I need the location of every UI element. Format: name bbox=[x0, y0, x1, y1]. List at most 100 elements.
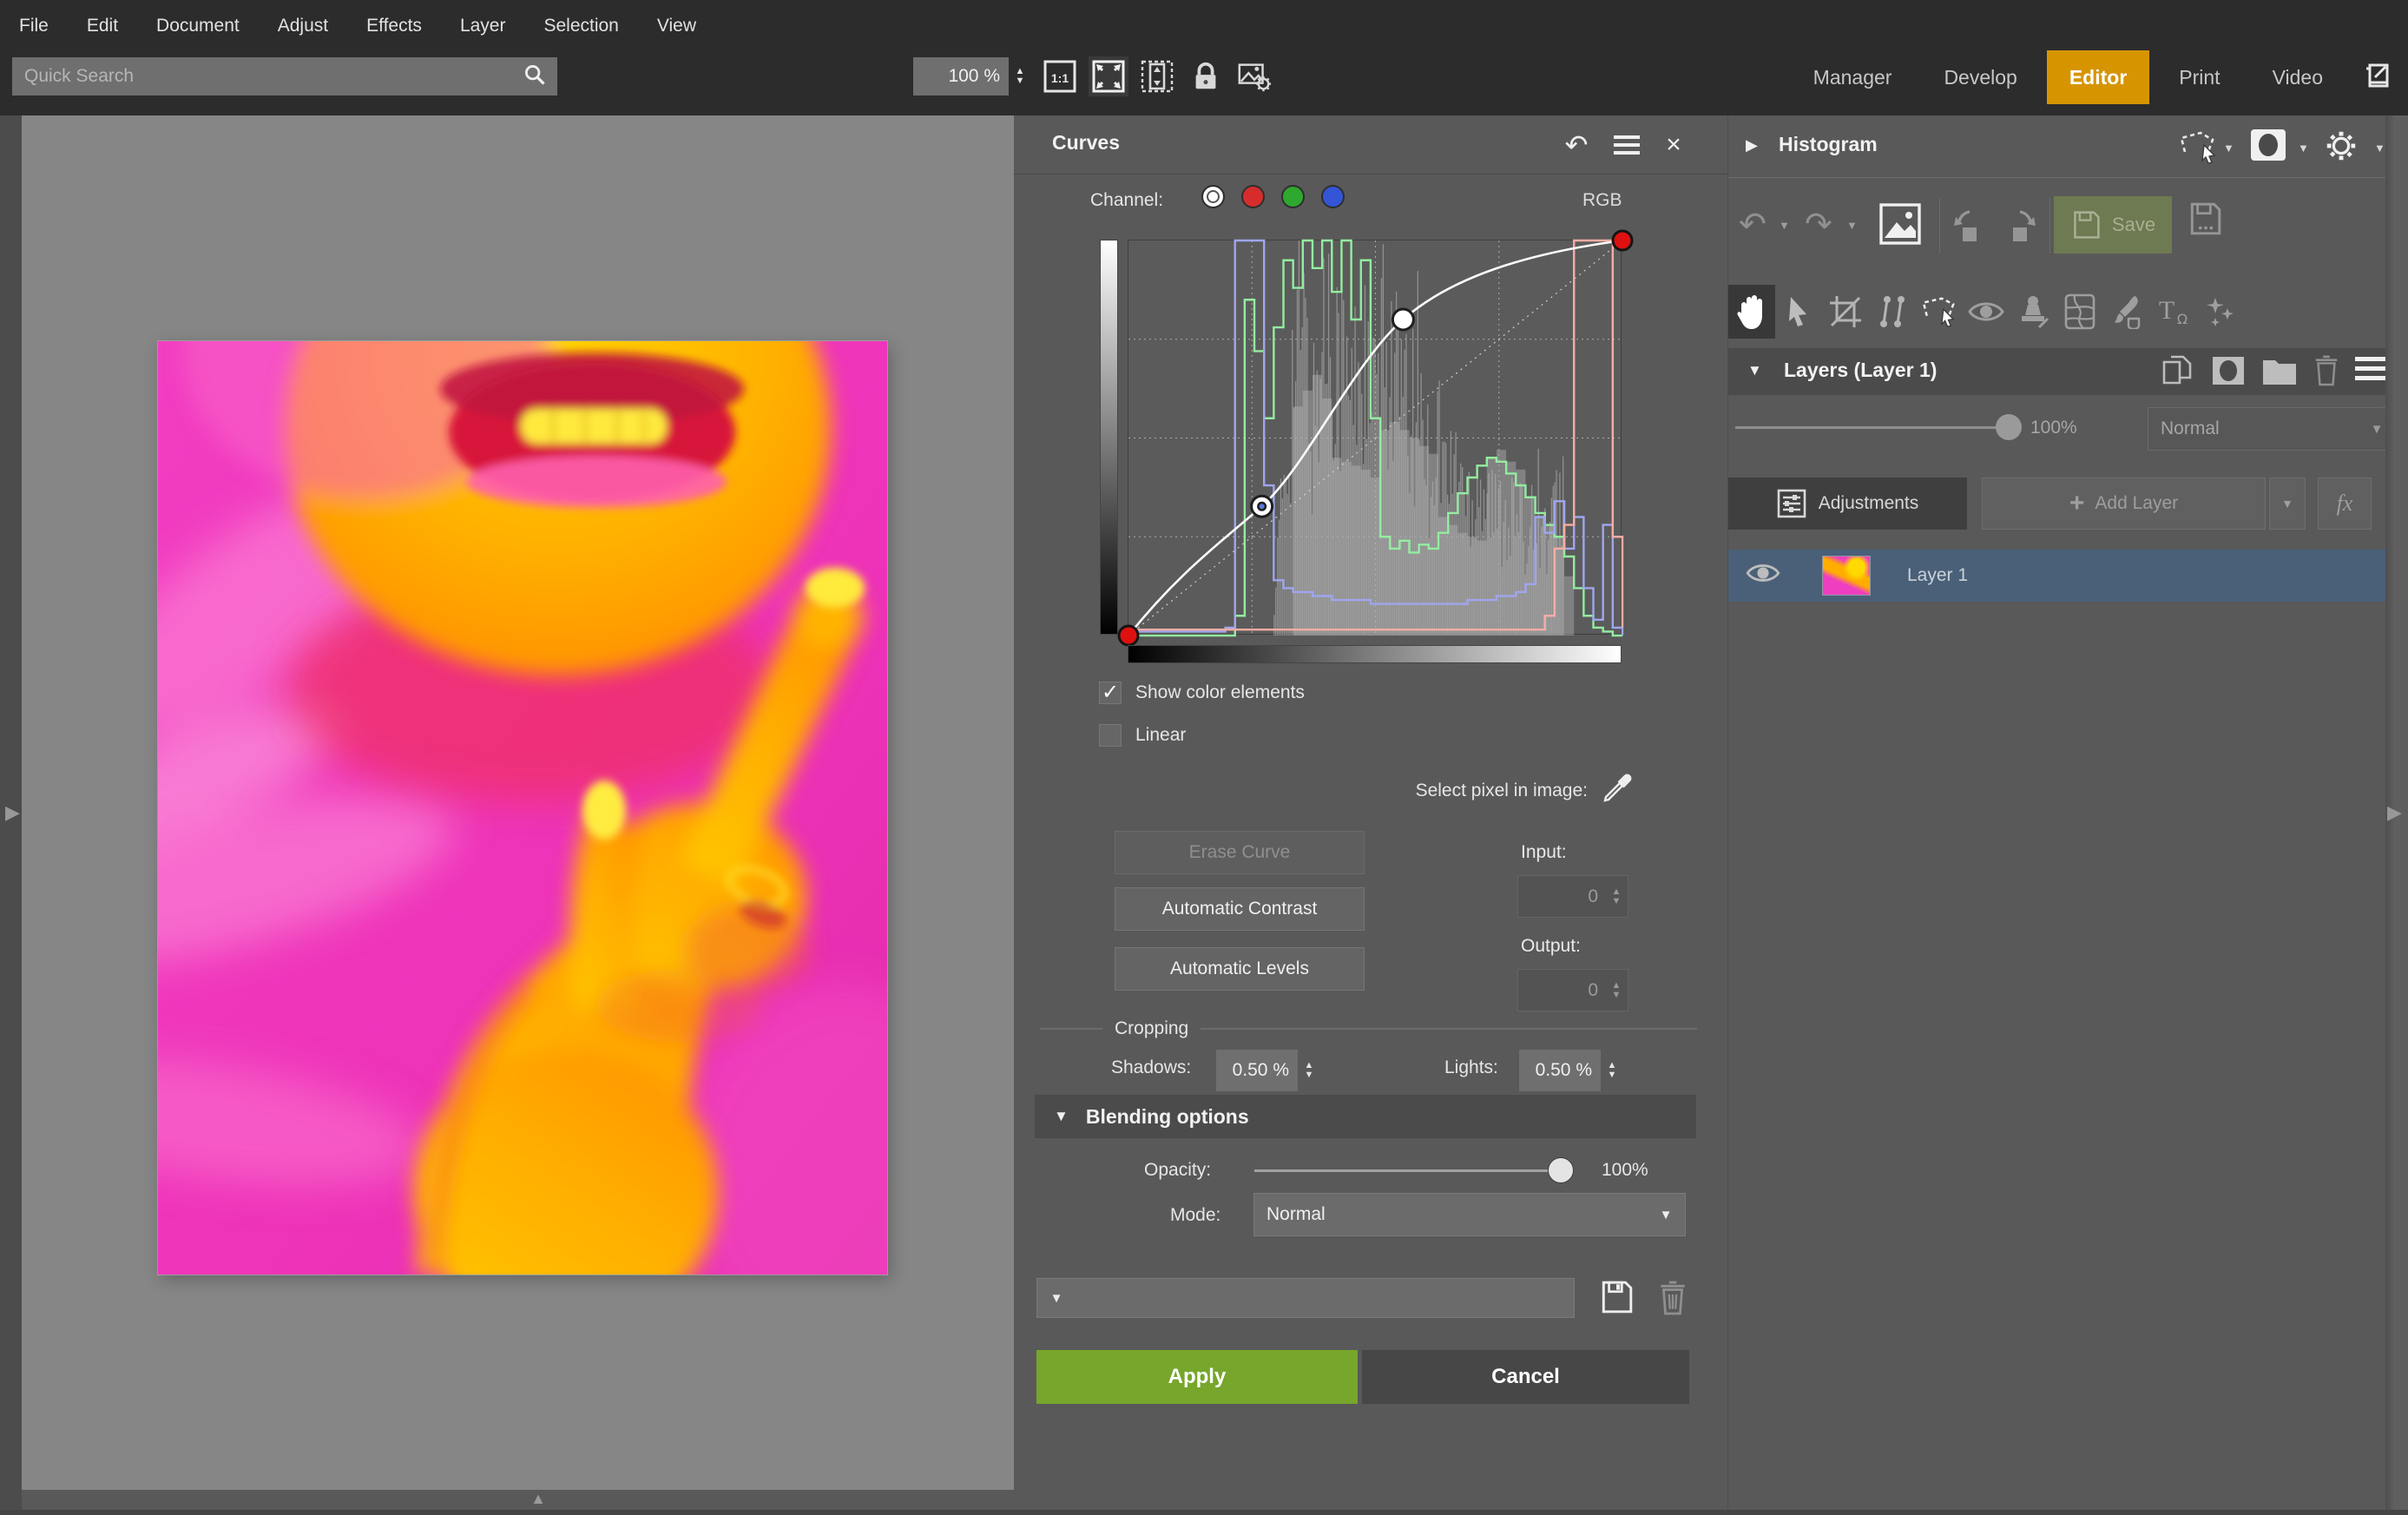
mask-dropdown-icon[interactable]: ▼ bbox=[2298, 142, 2309, 155]
delete-preset-icon[interactable] bbox=[1656, 1278, 1689, 1321]
tab-editor[interactable]: Editor bbox=[2047, 50, 2149, 104]
blending-options-header[interactable]: ▼ Blending options bbox=[1035, 1095, 1696, 1138]
save-preset-icon[interactable] bbox=[1598, 1278, 1635, 1321]
layer-group-folder-icon[interactable] bbox=[2261, 355, 2298, 392]
crop-tool-icon[interactable] bbox=[1822, 285, 1869, 339]
settings-dropdown-icon[interactable]: ▼ bbox=[2374, 142, 2385, 155]
selection-tool-icon[interactable] bbox=[2178, 128, 2218, 169]
add-layer-button[interactable]: + Add Layer bbox=[1982, 478, 2266, 530]
layer-name[interactable]: Layer 1 bbox=[1907, 565, 1968, 586]
layers-section-header[interactable]: ▼ Layers (Layer 1) bbox=[1728, 348, 2408, 395]
erase-curve-button[interactable]: Erase Curve bbox=[1115, 831, 1365, 874]
tab-develop[interactable]: Develop bbox=[1921, 50, 2039, 104]
tab-video[interactable]: Video bbox=[2250, 50, 2345, 104]
clone-stamp-tool-icon[interactable] bbox=[2010, 285, 2056, 339]
blend-mode-dropdown[interactable]: Normal ▼ bbox=[1253, 1193, 1686, 1236]
output-stepper[interactable]: ▲▼ bbox=[1605, 972, 1628, 1010]
input-field[interactable]: 0 ▲▼ bbox=[1517, 875, 1628, 918]
search-icon[interactable] bbox=[523, 63, 547, 91]
channel-red-button[interactable] bbox=[1241, 185, 1265, 208]
reset-curve-icon[interactable]: ↶ bbox=[1559, 128, 1594, 162]
lights-field[interactable]: 0.50 % ▲▼ bbox=[1519, 1050, 1623, 1091]
tab-print[interactable]: Print bbox=[2156, 50, 2242, 104]
menu-selection[interactable]: Selection bbox=[543, 16, 618, 36]
zoom-stepper[interactable]: ▲ ▼ bbox=[1009, 57, 1031, 96]
mask-overlay-icon[interactable] bbox=[2249, 128, 2287, 168]
channel-green-button[interactable] bbox=[1281, 185, 1305, 208]
adjustments-button[interactable]: Adjustments bbox=[1728, 478, 1967, 530]
expand-left-panel-icon[interactable]: ▶ bbox=[5, 801, 20, 824]
output-field[interactable]: 0 ▲▼ bbox=[1517, 969, 1628, 1011]
shadows-field[interactable]: 0.50 % ▲▼ bbox=[1216, 1050, 1320, 1091]
apply-button[interactable]: Apply bbox=[1036, 1350, 1358, 1404]
menu-edit[interactable]: Edit bbox=[87, 16, 118, 36]
duplicate-layer-icon[interactable] bbox=[2161, 355, 2194, 395]
menu-view[interactable]: View bbox=[657, 16, 696, 36]
panel-settings-gear-icon[interactable] bbox=[2322, 128, 2360, 169]
preset-dropdown[interactable]: ▼ bbox=[1036, 1278, 1575, 1318]
gradient-tool-icon[interactable] bbox=[1869, 285, 1916, 339]
lights-value[interactable]: 0.50 % bbox=[1519, 1050, 1601, 1091]
show-original-icon[interactable] bbox=[1878, 201, 1923, 252]
paint-tool-icon[interactable] bbox=[2103, 285, 2150, 339]
delete-layer-icon[interactable] bbox=[2312, 353, 2341, 392]
shadows-stepper[interactable]: ▲▼ bbox=[1298, 1051, 1320, 1090]
menu-effects[interactable]: Effects bbox=[366, 16, 422, 36]
layer-opacity-track[interactable] bbox=[1735, 426, 2008, 429]
expand-histogram-icon[interactable]: ▶ bbox=[1746, 136, 1758, 155]
zoom-level-field[interactable]: 100 % bbox=[913, 57, 1009, 96]
close-panel-icon[interactable]: × bbox=[1656, 128, 1691, 162]
lasso-selection-tool-icon[interactable] bbox=[1916, 285, 1963, 339]
channel-rgb-button[interactable] bbox=[1201, 185, 1225, 208]
layer-thumbnail[interactable] bbox=[1822, 556, 1871, 596]
layer-row[interactable]: Layer 1 bbox=[1728, 550, 2397, 602]
text-tool-icon[interactable]: TΩ bbox=[2150, 285, 2197, 339]
pointer-tool-icon[interactable] bbox=[1775, 285, 1822, 339]
save-button[interactable]: Save bbox=[2054, 196, 2172, 254]
eyedropper-icon[interactable] bbox=[1600, 771, 1635, 811]
tab-manager[interactable]: Manager bbox=[1791, 50, 1915, 104]
selection-tool-dropdown-icon[interactable]: ▼ bbox=[2223, 142, 2234, 155]
redeye-tool-icon[interactable] bbox=[1963, 285, 2010, 339]
rotate-right-icon[interactable] bbox=[1996, 205, 2037, 250]
liquify-mesh-tool-icon[interactable] bbox=[2056, 285, 2103, 339]
show-color-elements-checkbox[interactable]: ✓ bbox=[1099, 682, 1122, 704]
redo-icon[interactable]: ↷ bbox=[1805, 205, 1832, 244]
undo-icon[interactable]: ↶ bbox=[1739, 205, 1767, 244]
menu-adjust[interactable]: Adjust bbox=[278, 16, 328, 36]
linear-checkbox[interactable]: ✓ bbox=[1099, 724, 1122, 747]
hand-tool-icon[interactable] bbox=[1728, 285, 1775, 339]
automatic-contrast-button[interactable]: Automatic Contrast bbox=[1115, 887, 1365, 931]
collapse-layers-icon[interactable]: ▼ bbox=[1747, 362, 1762, 379]
curves-graph[interactable] bbox=[1128, 240, 1622, 635]
layer-visibility-eye-icon[interactable] bbox=[1746, 560, 1780, 591]
right-panel-collapsed-strip[interactable]: ▶ bbox=[2385, 115, 2408, 1515]
zoom-1to1-button[interactable]: 1:1 bbox=[1040, 56, 1080, 96]
left-panel-collapsed-strip[interactable]: ▶ bbox=[0, 115, 22, 1515]
menu-layer[interactable]: Layer bbox=[460, 16, 506, 36]
open-external-icon[interactable] bbox=[2361, 60, 2392, 96]
lights-stepper[interactable]: ▲▼ bbox=[1601, 1051, 1623, 1090]
collapse-blending-icon[interactable]: ▼ bbox=[1054, 1108, 1069, 1125]
input-stepper[interactable]: ▲▼ bbox=[1605, 878, 1628, 916]
opacity-slider-track[interactable] bbox=[1254, 1169, 1560, 1172]
fit-to-screen-button[interactable] bbox=[1089, 56, 1128, 96]
cancel-button[interactable]: Cancel bbox=[1362, 1350, 1689, 1404]
panel-menu-icon[interactable] bbox=[1609, 128, 1644, 162]
layer-opacity-knob[interactable] bbox=[1996, 414, 2022, 440]
expand-right-panel-icon[interactable]: ▶ bbox=[2387, 801, 2402, 824]
channel-blue-button[interactable] bbox=[1321, 185, 1345, 208]
opacity-slider-knob[interactable] bbox=[1548, 1157, 1574, 1183]
rotate-left-icon[interactable] bbox=[1952, 205, 1994, 250]
automatic-levels-button[interactable]: Automatic Levels bbox=[1115, 947, 1365, 991]
fit-width-button[interactable] bbox=[1137, 56, 1177, 96]
layer-effects-button[interactable]: fx bbox=[2318, 478, 2372, 530]
photo-image[interactable] bbox=[158, 341, 887, 1275]
menu-document[interactable]: Document bbox=[156, 16, 240, 36]
layers-menu-icon[interactable] bbox=[2355, 357, 2388, 388]
shadows-value[interactable]: 0.50 % bbox=[1216, 1050, 1298, 1091]
add-layer-dropdown-icon[interactable]: ▼ bbox=[2269, 478, 2306, 530]
layer-mask-icon[interactable] bbox=[2211, 355, 2246, 392]
search-input[interactable] bbox=[12, 66, 523, 87]
redo-history-dropdown-icon[interactable]: ▼ bbox=[1846, 219, 1858, 232]
